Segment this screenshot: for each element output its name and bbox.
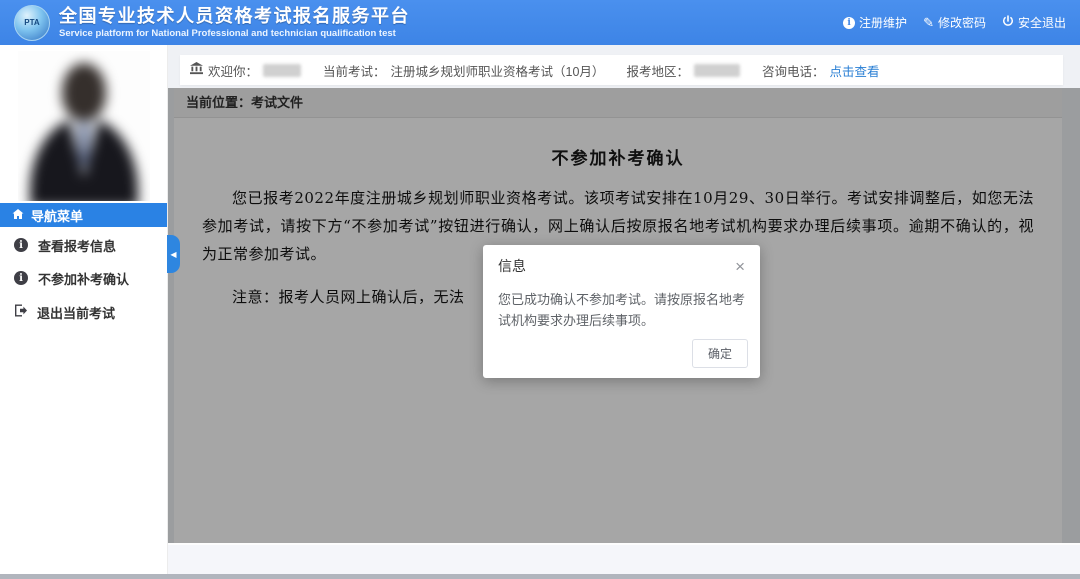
app-subtitle: Service platform for National Profession… xyxy=(59,28,410,39)
sidebar-collapse-toggle[interactable] xyxy=(167,235,180,273)
bank-icon xyxy=(190,62,203,78)
phone-group: 咨询电话： 点击查看 xyxy=(762,61,880,80)
confirm-button[interactable]: 确定 xyxy=(692,339,748,368)
welcome-label: 欢迎你： xyxy=(208,61,258,80)
register-maintain-label: 注册维护 xyxy=(859,14,907,31)
main-area: 欢迎你： 当前考试： 注册城乡规划师职业资格考试（10月） 报考地区： 咨询电话… xyxy=(168,45,1080,579)
dialog-message: 您已成功确认不参加考试。请按原报名地考试机构要求办理后续事项。 xyxy=(483,276,760,332)
brand-text: 全国专业技术人员资格考试报名服务平台 Service platform for … xyxy=(59,6,410,39)
app-header: PTA 全国专业技术人员资格考试报名服务平台 Service platform … xyxy=(0,0,1080,45)
dialog-header: 信息 × xyxy=(483,245,760,276)
current-exam-group: 当前考试： 注册城乡规划师职业资格考试（10月） xyxy=(323,61,604,80)
info-icon xyxy=(14,271,28,285)
content-zone: 当前位置：考试文件 不参加补考确认 您已报考2022年度注册城乡规划师职业资格考… xyxy=(168,88,1080,543)
pta-logo-icon: PTA xyxy=(14,5,50,41)
sidebar-item-exit-current-exam[interactable]: 退出当前考试 xyxy=(0,300,167,324)
sidebar: 导航菜单 查看报考信息 不参加补考确认 退出当前考试 xyxy=(0,45,168,579)
register-maintain-link[interactable]: 注册维护 xyxy=(843,14,907,31)
redacted-region xyxy=(694,64,740,77)
blurred-portrait xyxy=(18,51,150,201)
chevron-left-icon xyxy=(170,250,176,259)
sidebar-item-label: 退出当前考试 xyxy=(37,303,115,322)
power-icon xyxy=(1002,15,1014,30)
page: PTA 全国专业技术人员资格考试报名服务平台 Service platform … xyxy=(0,0,1080,579)
sidebar-item-label: 查看报考信息 xyxy=(38,236,116,255)
info-icon xyxy=(843,17,855,29)
edit-icon xyxy=(923,16,934,30)
phone-label: 咨询电话： xyxy=(762,61,825,80)
dialog-title: 信息 xyxy=(498,256,526,276)
current-exam-value: 注册城乡规划师职业资格考试（10月） xyxy=(391,61,605,80)
logout-icon xyxy=(14,304,27,320)
logout-label: 安全退出 xyxy=(1018,14,1066,31)
info-icon xyxy=(14,238,28,252)
user-photo xyxy=(18,51,150,201)
welcome-group: 欢迎你： xyxy=(190,61,301,80)
welcome-bar: 欢迎你： 当前考试： 注册城乡规划师职业资格考试（10月） 报考地区： 咨询电话… xyxy=(180,55,1063,85)
dialog-footer: 确定 xyxy=(692,339,748,368)
change-password-link[interactable]: 修改密码 xyxy=(923,14,986,31)
sidebar-item-view-registration-info[interactable]: 查看报考信息 xyxy=(0,233,167,257)
current-exam-label: 当前考试： xyxy=(323,61,386,80)
phone-view-link[interactable]: 点击查看 xyxy=(829,61,879,80)
sidebar-item-label: 不参加补考确认 xyxy=(38,269,129,288)
redacted-username xyxy=(263,64,301,77)
bottom-strip xyxy=(0,574,1080,579)
region-group: 报考地区： xyxy=(626,61,740,80)
message-dialog: 信息 × 您已成功确认不参加考试。请按原报名地考试机构要求办理后续事项。 确定 xyxy=(483,245,760,378)
home-icon xyxy=(12,208,24,223)
close-icon[interactable]: × xyxy=(735,258,745,275)
header-links: 注册维护 修改密码 安全退出 xyxy=(843,14,1066,31)
nav-header-label: 导航菜单 xyxy=(31,206,83,225)
logo-text: PTA xyxy=(24,18,39,27)
sidebar-item-no-makeup-confirm[interactable]: 不参加补考确认 xyxy=(0,266,167,290)
change-password-label: 修改密码 xyxy=(938,14,986,31)
app-title: 全国专业技术人员资格考试报名服务平台 xyxy=(59,6,410,27)
region-label: 报考地区： xyxy=(626,61,689,80)
brand: PTA 全国专业技术人员资格考试报名服务平台 Service platform … xyxy=(14,5,410,41)
logout-link[interactable]: 安全退出 xyxy=(1002,14,1066,31)
sidebar-nav-header: 导航菜单 xyxy=(0,203,167,227)
